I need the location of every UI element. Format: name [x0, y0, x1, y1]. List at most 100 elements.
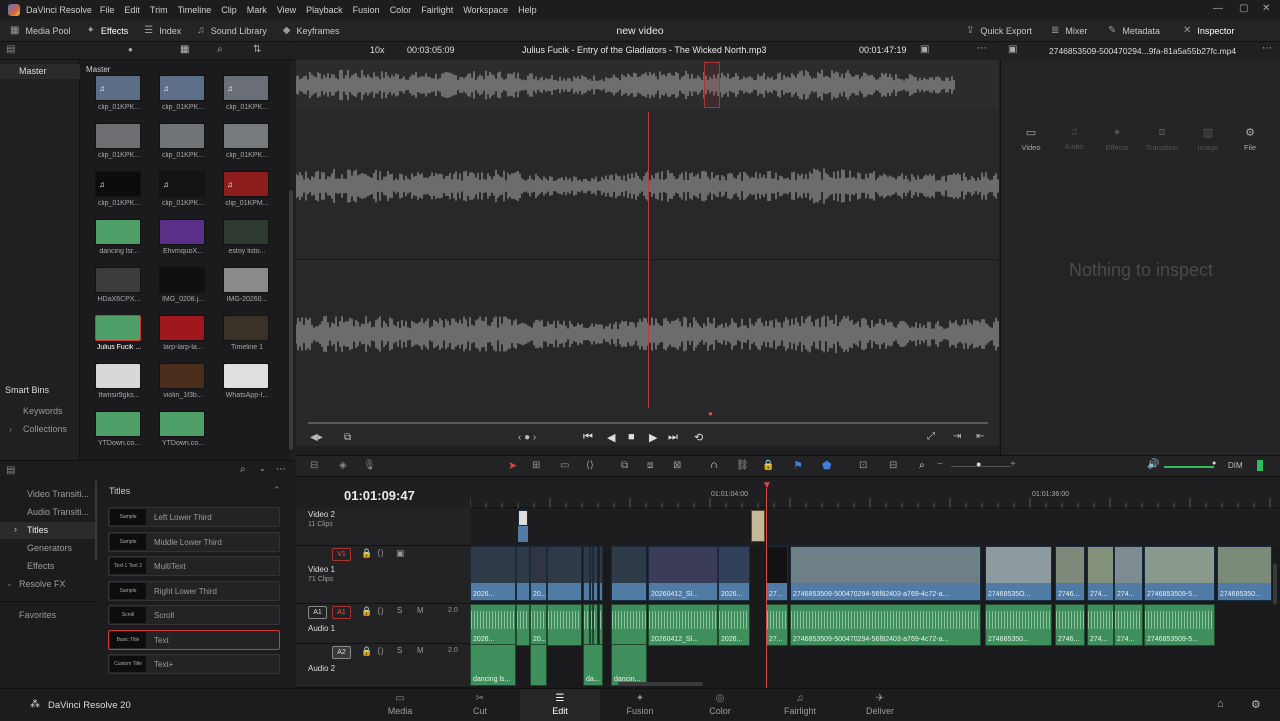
media-clip[interactable]: YTDown.co... [95, 411, 143, 447]
loop-icon[interactable]: ⟲ [694, 431, 703, 444]
volume-handle-icon[interactable]: ● [1212, 460, 1216, 467]
zoom-detail-icon[interactable]: ⊟ [889, 460, 897, 471]
media-clip[interactable]: violin_1f3b... [159, 363, 207, 399]
title-template-item[interactable]: Sample Middle Lower Third [108, 531, 280, 552]
page-deliver[interactable]: ✈ Deliver [840, 689, 920, 721]
page-fusion[interactable]: ✦ Fusion [600, 689, 680, 721]
dynamic-trim-icon[interactable]: ▭ [560, 460, 569, 471]
timeline-view-options-icon[interactable]: ⊟ [310, 460, 318, 471]
sound-library-button[interactable]: ♫ Sound Library [189, 20, 275, 42]
audio-clip[interactable]: da... [583, 644, 603, 686]
media-pool-scrollbar[interactable] [289, 190, 293, 450]
viewer-scrubber[interactable] [308, 422, 988, 424]
video-clip[interactable] [593, 546, 598, 601]
track-a2-tag[interactable]: A2 [332, 646, 351, 659]
minimize-icon[interactable]: — [1213, 3, 1223, 14]
media-clip[interactable]: clip_01KPK... [223, 123, 271, 159]
audio-clip[interactable]: 27... [766, 604, 788, 646]
track-a1-name[interactable]: Audio 1 [308, 624, 335, 633]
effects-sidebar-toggle-icon[interactable]: ▤ [6, 465, 15, 476]
title-template-item[interactable]: Basic Title Text [108, 629, 280, 650]
mark-in-icon[interactable]: ⇥ [953, 431, 961, 442]
zoom-in-icon[interactable]: + [1010, 459, 1016, 470]
jog-icon[interactable]: ‹ ● › [518, 432, 536, 443]
play-icon[interactable]: ▶ [649, 431, 657, 444]
track-v2-name[interactable]: Video 2 [308, 510, 335, 519]
inspector-button[interactable]: ✕ Inspector [1175, 20, 1242, 42]
audio-clip[interactable]: 2026... [470, 604, 516, 646]
audio-clip[interactable] [611, 604, 647, 646]
flag-icon[interactable]: ⚑ [793, 459, 803, 472]
track-v1-name[interactable]: Video 1 [308, 565, 335, 574]
media-clip[interactable]: IMG_0208.j... [159, 267, 207, 303]
title-template-item[interactable]: Sample Right Lower Third [108, 580, 280, 601]
overwrite-clip-icon[interactable]: ⧈ [647, 460, 653, 471]
audio-clip[interactable] [547, 604, 582, 646]
inspector-tab-video[interactable]: ▭ Video [1011, 126, 1051, 152]
zoom-slider-handle-icon[interactable]: ● [976, 459, 981, 469]
menu-fairlight[interactable]: Fairlight [421, 5, 453, 15]
media-clip[interactable]: ♫ clip_01KPK... [95, 75, 143, 111]
media-clip[interactable]: ttwnsir9gks... [95, 363, 143, 399]
mixer-button[interactable]: ≣ Mixer [1043, 20, 1095, 42]
media-clip[interactable]: Timeline 1 [223, 315, 271, 351]
media-clip[interactable]: EhvmquoX... [159, 219, 207, 255]
media-clip[interactable]: ♫ clip_01KPM... [223, 171, 271, 207]
media-clip[interactable]: IMG-20260... [223, 267, 271, 303]
video-clip[interactable] [516, 546, 530, 601]
page-edit[interactable]: ☰ Edit [520, 689, 600, 721]
dim-button[interactable]: DIM [1228, 461, 1243, 470]
viewer-zoom[interactable]: 10x [370, 45, 385, 55]
timeline-area[interactable]: 01:01:04:00 01:01:36:00 2026... 20... 2026… [470, 478, 1280, 688]
viewer-options-icon[interactable]: ▣ [920, 44, 929, 55]
track-v1-lock-icon[interactable]: 🔒 [361, 548, 372, 559]
audio-clip[interactable] [583, 604, 590, 646]
video-clip[interactable]: 2746... [1055, 546, 1085, 601]
slider-dot-icon[interactable]: ● [128, 45, 133, 54]
video-clip[interactable]: 27... [766, 546, 788, 601]
media-clip[interactable]: WhatsApp-I... [223, 363, 271, 399]
audio-clip[interactable]: 2746853509-500470294-56f82403-a769-4c72-… [790, 604, 981, 646]
timeline-vertical-scrollbar[interactable] [1273, 564, 1277, 604]
media-clip[interactable]: ♫ clip_01KPK... [223, 75, 271, 111]
timeline-ruler[interactable]: 01:01:04:00 01:01:36:00 [470, 478, 1280, 508]
scrubber-playhead-icon[interactable]: ● [708, 409, 713, 418]
source-viewer[interactable]: ● ◀▸ ⧉ ‹ ● › ⏮ ◀ ■ ▶ ⏭ ⟲ ⤢ ⇥ ⇤ [296, 60, 999, 446]
zoom-custom-icon[interactable]: ⌕ [919, 460, 925, 471]
video-clip[interactable]: 27468535O... [985, 546, 1052, 601]
media-clip[interactable]: estoy listo... [223, 219, 271, 255]
waveform-overview[interactable] [296, 60, 999, 110]
fx-category-generators[interactable]: Generators [27, 543, 72, 553]
audio-clip[interactable]: 274685350... [985, 604, 1052, 646]
v2-clip-thumb[interactable] [518, 510, 528, 526]
menu-fusion[interactable]: Fusion [353, 5, 380, 15]
expand-collections-icon[interactable]: › [9, 424, 12, 434]
audio-clip[interactable] [593, 604, 598, 646]
volume-slider[interactable] [1164, 466, 1214, 468]
video-clip[interactable]: 274... [1087, 546, 1114, 601]
audio-clip[interactable]: 274... [1114, 604, 1143, 646]
index-button[interactable]: ☰ Index [136, 20, 189, 42]
timeline-horizontal-scrollbar[interactable] [618, 682, 703, 686]
volume-icon[interactable]: 🔊 [1147, 459, 1159, 470]
match-frame-icon[interactable]: ⧉ [344, 432, 351, 443]
video-clip[interactable]: 20... [530, 546, 547, 601]
video-clip[interactable] [583, 546, 590, 601]
title-template-item[interactable]: Sample Left Lower Third [108, 507, 280, 527]
v2-clip[interactable] [518, 526, 528, 542]
marker-icon[interactable]: ⬟ [822, 459, 832, 472]
zoom-out-icon[interactable]: − [937, 459, 943, 470]
track-a1-auto-select-icon[interactable]: ⟨⟩ [377, 606, 384, 617]
audio-monitor-icon[interactable]: ◀▸ [310, 432, 323, 443]
audio-clip[interactable]: 20... [530, 604, 547, 646]
effects-scrollbar[interactable] [95, 481, 97, 561]
audio-clip[interactable]: 2026... [718, 604, 750, 646]
metadata-button[interactable]: ✎ Metadata [1100, 20, 1168, 42]
menu-playback[interactable]: Playback [306, 5, 343, 15]
effects-search-icon[interactable]: ⌕ [240, 464, 246, 475]
fx-category-audio-transitions[interactable]: Audio Transiti... [27, 507, 89, 517]
stop-icon[interactable]: ■ [628, 431, 635, 443]
menu-help[interactable]: Help [518, 5, 537, 15]
audio-clip[interactable] [530, 644, 547, 686]
search-icon[interactable]: ⌕ [217, 44, 223, 55]
